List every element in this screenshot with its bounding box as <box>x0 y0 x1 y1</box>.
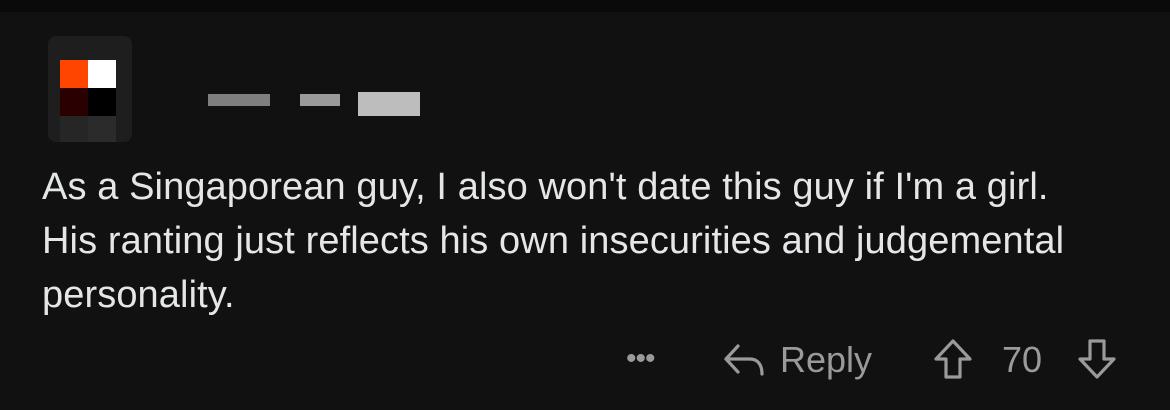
avatar-pixel-darkgrey <box>88 116 116 142</box>
avatar-pixel-grey <box>60 116 88 142</box>
downvote-arrow-icon[interactable] <box>1076 338 1118 380</box>
reply-arrow-icon[interactable] <box>722 340 766 380</box>
avatar-pixel-orange <box>60 60 88 88</box>
avatar-pixel-darkred <box>60 88 88 116</box>
upvote-arrow-icon[interactable] <box>932 338 974 380</box>
reply-button[interactable]: Reply <box>780 340 872 380</box>
more-options-button[interactable]: ••• <box>626 344 655 374</box>
top-bar <box>0 0 1170 12</box>
user-avatar[interactable] <box>48 36 132 142</box>
redaction-block <box>358 92 420 116</box>
vote-score: 70 <box>1002 339 1043 380</box>
avatar-pixel-white <box>88 60 116 88</box>
redacted-username[interactable] <box>208 88 420 116</box>
redaction-block <box>300 94 340 106</box>
comment-actions: ••• Reply 70 <box>620 330 1140 390</box>
comment-body: As a Singaporean guy, I also won't date … <box>42 166 1065 316</box>
redaction-block <box>208 94 270 106</box>
avatar-pixel-black <box>88 88 116 116</box>
